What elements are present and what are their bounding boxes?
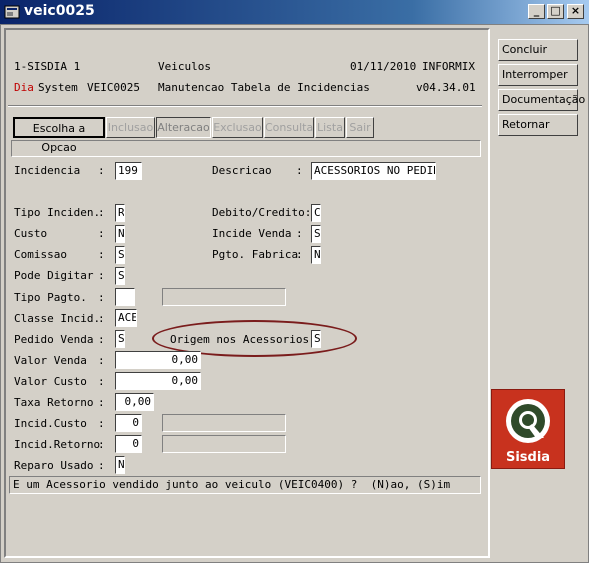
valor-venda-label: Valor Venda [14, 354, 87, 367]
menu-exclusao[interactable]: Exclusao [212, 117, 263, 138]
incid-retorno-label: Incid.Retorno [14, 438, 101, 451]
minimize-button[interactable]: _ [528, 4, 545, 19]
menu-lista[interactable]: Lista [315, 117, 345, 138]
colon: : [98, 248, 105, 261]
colon: : [98, 269, 105, 282]
incid-custo-field[interactable]: 0 [115, 414, 142, 432]
valor-custo-label: Valor Custo [14, 375, 87, 388]
header-date: 01/11/2010 [350, 60, 417, 73]
maximize-button[interactable]: □ [547, 4, 564, 19]
colon: : [98, 438, 105, 451]
close-button[interactable]: × [567, 4, 584, 19]
sisdia-logo-icon [506, 399, 550, 443]
header-system: 1-SISDIA 1 [14, 60, 81, 73]
valor-venda-field[interactable]: 0,00 [115, 351, 201, 369]
colon: : [98, 333, 105, 346]
colon: : [98, 417, 105, 430]
valor-custo-field[interactable]: 0,00 [115, 372, 201, 390]
pode-digitar-field[interactable]: S [115, 267, 125, 285]
incidencia-label: Incidencia [14, 164, 81, 177]
colon: : [296, 248, 303, 261]
incide-venda-field[interactable]: S [311, 225, 321, 243]
pgto-fabrica-label: Pgto. Fabrica [212, 248, 299, 261]
incidencia-field[interactable]: 199 [115, 162, 142, 180]
documentacao-button[interactable]: Documentação [498, 89, 585, 111]
classe-incid-label: Classe Incid. [14, 312, 101, 325]
app-icon [4, 5, 20, 19]
header-version: v04.34.01 [416, 81, 476, 94]
incide-venda-label: Incide Venda [212, 227, 292, 240]
colon: : [98, 164, 105, 177]
tipo-inciden-label: Tipo Inciden. [14, 206, 101, 219]
debito-credito-field[interactable]: C [311, 204, 321, 222]
title-bar[interactable]: veic0025 _ □ × [0, 0, 589, 24]
custo-field[interactable]: N [115, 225, 125, 243]
tipo-pagto-desc-field [162, 288, 286, 306]
reparo-usado-label: Reparo Usado [14, 459, 94, 472]
retornar-button[interactable]: Retornar [498, 114, 578, 136]
message-bar: E um Acessorio vendido junto ao veiculo … [9, 476, 481, 494]
taxa-retorno-field[interactable]: 0,00 [115, 393, 154, 411]
classe-incid-field[interactable]: ACE [115, 309, 137, 327]
window-title: veic0025 [24, 3, 95, 19]
header-dia: Dia [14, 81, 34, 94]
header-module: Veiculos [158, 60, 211, 73]
menu-status-line [11, 140, 481, 157]
colon: : [98, 396, 105, 409]
colon: : [296, 164, 303, 177]
incid-retorno-desc-field [162, 435, 286, 453]
pedido-venda-label: Pedido Venda [14, 333, 94, 346]
incid-retorno-field[interactable]: 0 [115, 435, 142, 453]
colon: : [296, 227, 303, 240]
descricao-field[interactable]: ACESSORIOS NO PEDIDO [311, 162, 436, 180]
menu-escolha-opcao[interactable]: Escolha a Opcao [13, 117, 105, 154]
colon: : [98, 227, 105, 240]
comissao-label: Comissao [14, 248, 67, 261]
pode-digitar-label: Pode Digitar [14, 269, 94, 282]
colon: : [98, 291, 105, 304]
taxa-retorno-label: Taxa Retorno [14, 396, 94, 409]
incid-custo-desc-field [162, 414, 286, 432]
colon: : [98, 206, 105, 219]
incid-custo-label: Incid.Custo [14, 417, 87, 430]
sisdia-logo-text: Sisdia [505, 450, 551, 465]
colon: : [98, 354, 105, 367]
concluir-button[interactable]: Concluir [498, 39, 578, 61]
menu-sair[interactable]: Sair [346, 117, 374, 138]
descricao-label: Descricao [212, 164, 272, 177]
header-program: VEIC0025 [87, 81, 140, 94]
tipo-pagto-label: Tipo Pagto. [14, 291, 87, 304]
menu-inclusao[interactable]: Inclusao [106, 117, 155, 138]
header-system-name: System [38, 81, 78, 94]
debito-credito-label: Debito/Credito: [212, 206, 312, 219]
reparo-usado-field[interactable]: N [115, 456, 125, 474]
pgto-fabrica-field[interactable]: N [311, 246, 321, 264]
custo-label: Custo [14, 227, 48, 240]
colon: : [98, 375, 105, 388]
interromper-button[interactable]: Interromper [498, 64, 578, 86]
menu-alteracao[interactable]: Alteracao [156, 117, 211, 138]
menu-consulta[interactable]: Consulta [264, 117, 314, 138]
tipo-pagto-field[interactable] [115, 288, 135, 306]
colon: : [98, 312, 105, 325]
header-description: Manutencao Tabela de Incidencias [158, 81, 370, 94]
header-db: INFORMIX [422, 60, 475, 73]
header-separator [8, 105, 482, 107]
tipo-inciden-field[interactable]: R [115, 204, 125, 222]
colon: : [98, 459, 105, 472]
pedido-venda-field[interactable]: S [115, 330, 125, 348]
sisdia-logo: Sisdia [491, 389, 565, 469]
comissao-field[interactable]: S [115, 246, 125, 264]
